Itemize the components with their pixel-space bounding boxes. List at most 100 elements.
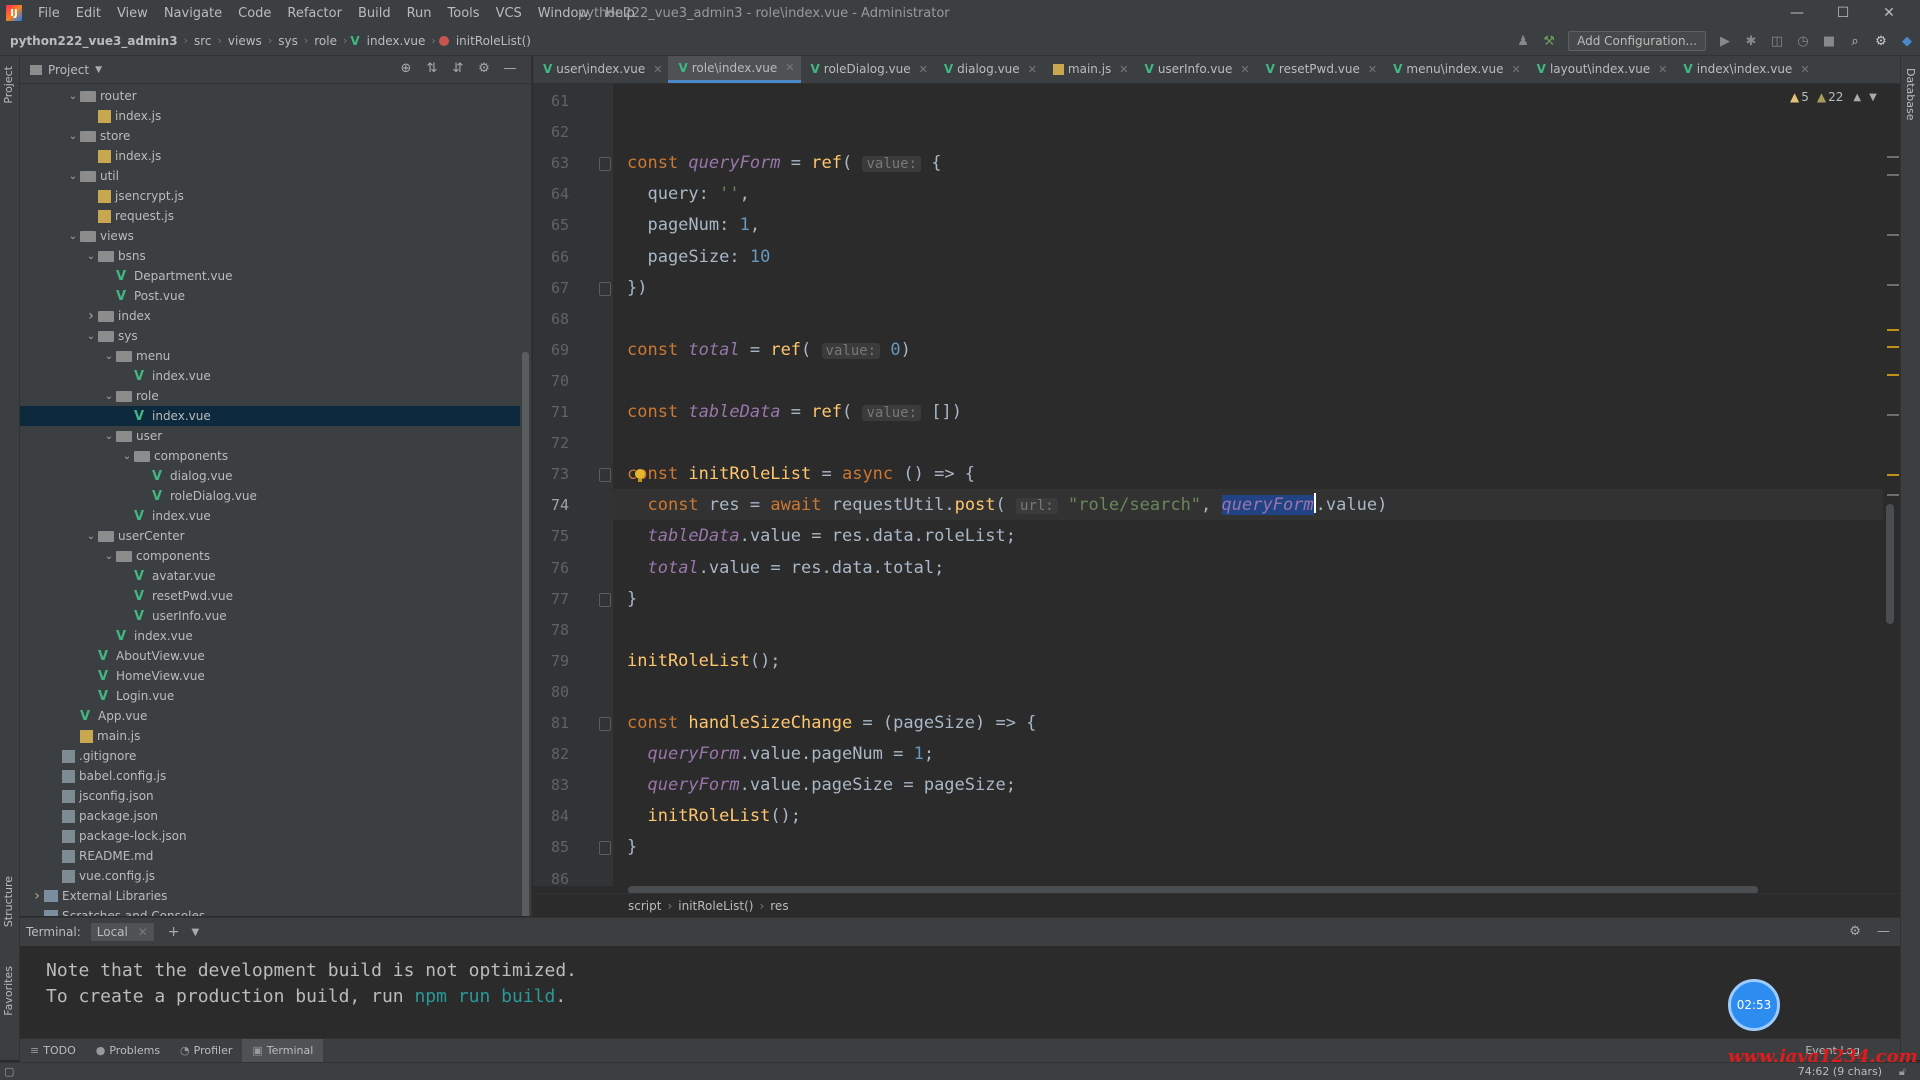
tool-tab-problems[interactable]: ● Problems (86, 1044, 170, 1057)
stripe-mark[interactable] (1887, 156, 1899, 158)
editor-tab[interactable]: Vlayout\index.vue ✕ (1527, 56, 1674, 83)
chevron-up-icon[interactable]: ▲ (1853, 92, 1861, 103)
close-icon[interactable]: ✕ (785, 61, 794, 74)
lightbulb-icon[interactable] (633, 468, 647, 484)
user-icon[interactable]: ♟ (1513, 34, 1533, 49)
profile-icon[interactable]: ◷ (1793, 34, 1813, 49)
chevron-down-icon[interactable]: ⌄ (120, 451, 134, 462)
chevron-down-icon[interactable]: ⌄ (84, 531, 98, 542)
tree-item[interactable]: Vavatar.vue (20, 566, 520, 586)
editor-tab[interactable]: Vuser\index.vue ✕ (533, 56, 668, 83)
tree-item[interactable]: ⌄ role (20, 386, 520, 406)
tree-item[interactable]: index.js (20, 146, 520, 166)
editor-tab[interactable]: Vdialog.vue ✕ (934, 56, 1043, 83)
settings-gear-icon[interactable]: ⚙ (471, 61, 497, 76)
stripe-mark[interactable] (1887, 234, 1899, 236)
project-panel-title[interactable]: Project (48, 63, 89, 77)
tree-item[interactable]: V Login.vue (20, 686, 520, 706)
new-terminal-icon[interactable]: + (168, 924, 180, 940)
chevron-right-icon[interactable]: › (30, 888, 44, 904)
chevron-down-icon[interactable]: ⌄ (102, 351, 116, 362)
stripe-mark[interactable] (1887, 414, 1899, 416)
nav-project-name[interactable]: python222_vue3_admin3 (0, 34, 181, 48)
tree-item[interactable]: Vindex.vue (20, 506, 520, 526)
fold-marker-icon[interactable] (599, 468, 611, 483)
tree-item[interactable]: VresetPwd.vue (20, 586, 520, 606)
stripe-mark[interactable] (1887, 374, 1899, 376)
stripe-mark[interactable] (1887, 494, 1899, 496)
chevron-down-icon[interactable]: ▼ (192, 927, 200, 938)
editor-tab[interactable]: Vmenu\index.vue ✕ (1383, 56, 1527, 83)
tree-item[interactable]: Vdialog.vue (20, 466, 520, 486)
tree-item[interactable]: README.md (20, 846, 520, 866)
tree-item[interactable]: VroleDialog.vue (20, 486, 520, 506)
editor-tab[interactable]: Vrole\index.vue ✕ (668, 56, 801, 83)
close-icon[interactable]: ✕ (1028, 63, 1037, 76)
tree-item[interactable]: jsconfig.json (20, 786, 520, 806)
fold-marker-icon[interactable] (599, 717, 611, 731)
tree-item[interactable]: Scratches and Consoles (20, 906, 520, 916)
tree-item[interactable]: VuserInfo.vue (20, 606, 520, 626)
fold-marker-icon[interactable] (599, 281, 611, 296)
fold-marker-icon[interactable] (599, 592, 611, 607)
chevron-down-icon[interactable]: ⌄ (66, 171, 80, 182)
breadcrumb-script[interactable]: script (628, 899, 661, 913)
menu-refactor[interactable]: Refactor (279, 6, 350, 21)
menu-vcs[interactable]: VCS (488, 6, 530, 21)
chevron-down-icon[interactable]: ⌄ (66, 131, 80, 142)
menu-view[interactable]: View (109, 6, 156, 21)
code-editor[interactable]: const queryForm = ref( value: { query: '… (613, 84, 1883, 886)
menu-navigate[interactable]: Navigate (156, 6, 230, 21)
menu-build[interactable]: Build (350, 6, 399, 21)
tree-item[interactable]: ⌄ components (20, 446, 520, 466)
stripe-mark[interactable] (1887, 329, 1899, 331)
chevron-down-icon[interactable]: ▼ (1869, 92, 1877, 103)
tree-item[interactable]: Vindex.vue (20, 406, 520, 426)
tree-item[interactable]: ⌄ sys (20, 326, 520, 346)
fold-marker-icon[interactable] (599, 157, 611, 172)
tree-item[interactable]: Vindex.vue (20, 626, 520, 646)
tree-item[interactable]: ⌄ components (20, 546, 520, 566)
stripe-mark[interactable] (1887, 284, 1899, 286)
chevron-down-icon[interactable]: ⌄ (84, 331, 98, 342)
nav-crumb-sys[interactable]: sys (275, 34, 301, 48)
tree-item[interactable]: main.js (20, 726, 520, 746)
tree-item[interactable]: Vindex.vue (20, 366, 520, 386)
jetbrains-toolbox-icon[interactable]: ◆ (1897, 34, 1917, 49)
terminal-tab-local[interactable]: Local ✕ (90, 923, 154, 941)
editor-tab[interactable]: VresetPwd.vue ✕ (1256, 56, 1383, 83)
chevron-down-icon[interactable]: ▼ (95, 65, 102, 75)
structure-tool-tab[interactable]: Structure (2, 876, 15, 927)
chevron-right-icon[interactable]: › (84, 308, 98, 324)
settings-gear-icon[interactable]: ⚙ (1871, 34, 1891, 49)
tree-item[interactable]: › index (20, 306, 520, 326)
editor-tab[interactable]: VuserInfo.vue ✕ (1135, 56, 1256, 83)
maximize-button[interactable]: ☐ (1820, 0, 1866, 26)
tree-item[interactable]: vue.config.js (20, 866, 520, 886)
tree-item[interactable]: index.js (20, 106, 520, 126)
tree-item[interactable]: V AboutView.vue (20, 646, 520, 666)
close-icon[interactable]: ✕ (919, 63, 928, 76)
project-scrollbar[interactable] (522, 352, 529, 916)
close-icon[interactable]: ✕ (653, 63, 662, 76)
close-icon[interactable]: ✕ (1658, 63, 1667, 76)
hide-panel-icon[interactable]: — (1877, 924, 1890, 939)
expand-all-icon[interactable]: ⇅ (419, 61, 445, 76)
tool-tab-todo[interactable]: ≡ TODO (20, 1044, 86, 1057)
tree-item[interactable]: ⌄ bsns (20, 246, 520, 266)
fold-marker-icon[interactable] (599, 841, 611, 856)
nav-crumb-file[interactable]: index.vue (364, 34, 429, 48)
tree-item[interactable]: ⌄ views (20, 226, 520, 246)
hide-panel-icon[interactable]: — (497, 61, 523, 76)
editor-tab[interactable]: VroleDialog.vue ✕ (801, 56, 934, 83)
build-hammer-icon[interactable]: ⚒ (1539, 34, 1559, 49)
chevron-down-icon[interactable]: ⌄ (84, 251, 98, 262)
editor-vertical-scrollbar[interactable] (1886, 504, 1894, 624)
inspection-widget[interactable]: ▲ 5 ▲ 22 ▲ ▼ (1790, 90, 1877, 104)
editor-tab[interactable]: main.js ✕ (1043, 56, 1135, 83)
editor-tab[interactable]: Vindex\index.vue ✕ (1673, 56, 1815, 83)
chevron-down-icon[interactable]: ⌄ (102, 551, 116, 562)
settings-gear-icon[interactable]: ⚙ (1849, 924, 1861, 939)
coverage-icon[interactable]: ◫ (1767, 34, 1787, 49)
locate-file-icon[interactable]: ⊕ (393, 61, 419, 76)
